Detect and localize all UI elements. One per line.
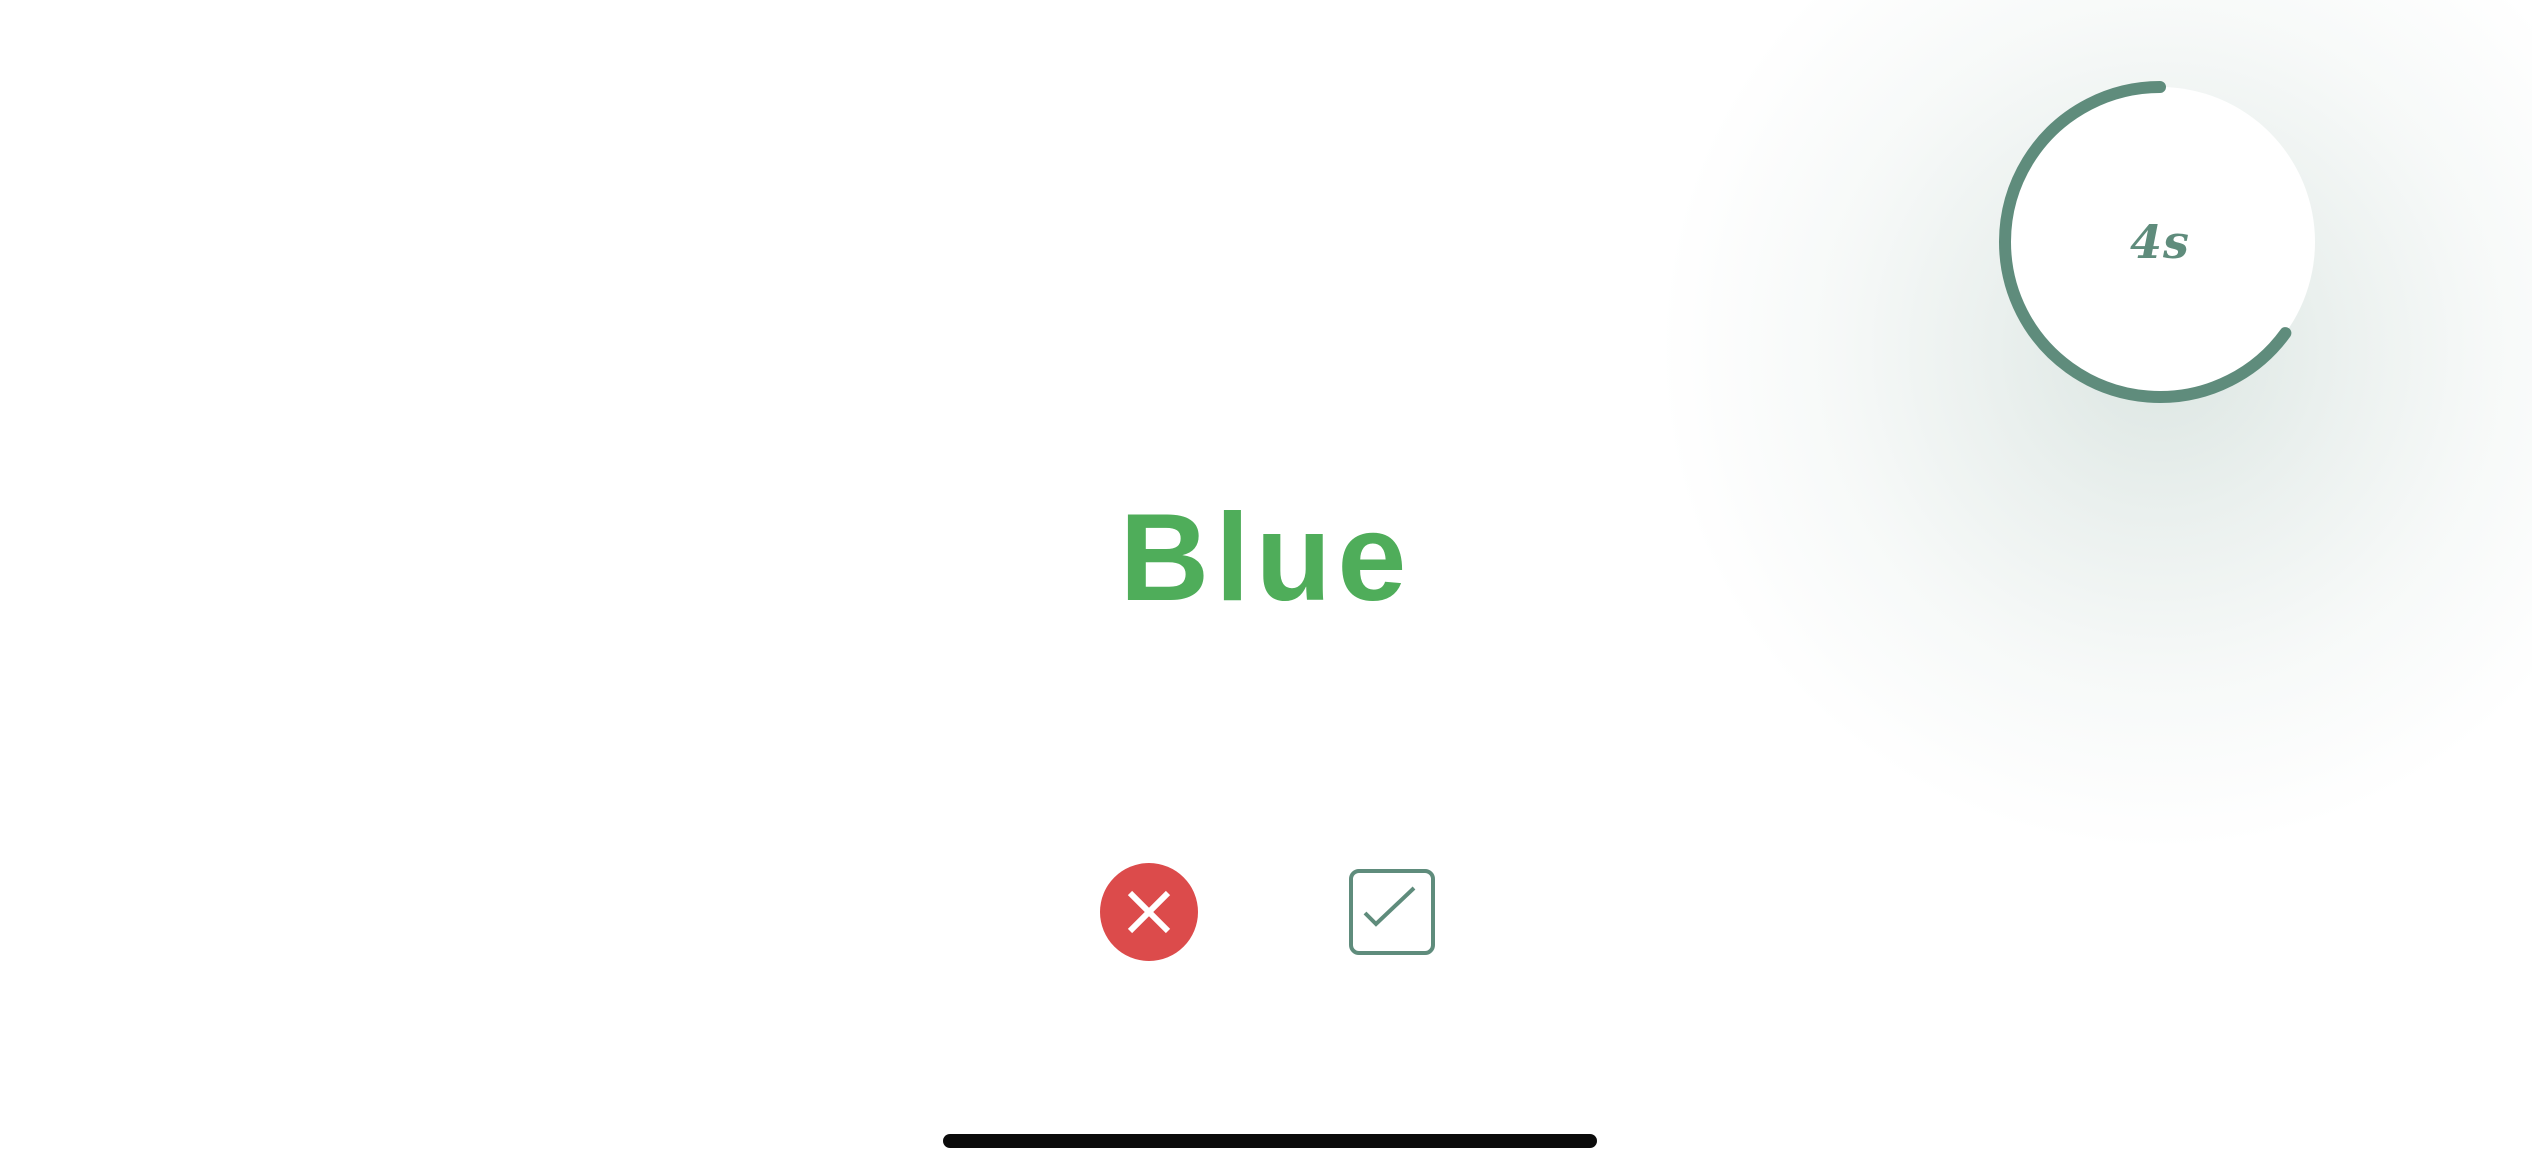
color-word: Blue [1119, 489, 1413, 627]
checkbox-check-icon [1349, 869, 1435, 955]
timer-label: 4s [2130, 215, 2190, 269]
countdown-timer: 4s [1995, 77, 2325, 407]
close-icon [1127, 890, 1171, 934]
reject-button[interactable] [1100, 863, 1198, 961]
accept-button[interactable] [1348, 868, 1436, 956]
home-indicator [943, 1134, 1597, 1148]
game-screen: 4s Blue [0, 0, 2532, 1170]
